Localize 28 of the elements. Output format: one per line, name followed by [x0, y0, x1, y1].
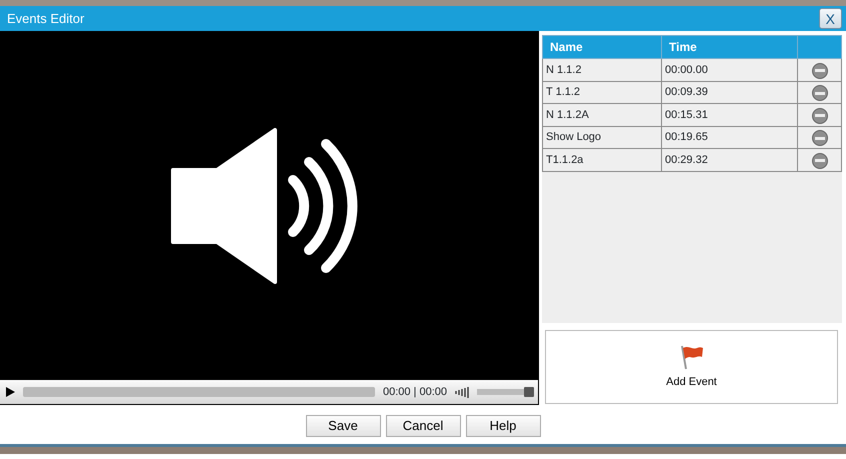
remove-button[interactable]: [812, 152, 828, 168]
column-header: Name: [542, 36, 662, 58]
remove-button[interactable]: [812, 130, 828, 146]
table-cell: 00:00.00: [662, 58, 798, 81]
volume-icon[interactable]: [455, 386, 469, 398]
window-title: Events Editor: [7, 10, 84, 28]
dialog-button[interactable]: Help: [466, 415, 540, 437]
table-cell: Show Logo: [542, 126, 662, 148]
table-cell: 00:15.31: [662, 104, 798, 126]
flag-icon: [678, 344, 704, 370]
dialog-button[interactable]: Cancel: [386, 415, 460, 437]
column-header: Time: [662, 36, 798, 58]
add-event-button[interactable]: Add Event: [545, 330, 838, 404]
table-cell: 00:19.65: [662, 126, 798, 148]
close-button[interactable]: X: [818, 8, 842, 29]
table-cell: T 1.1.2: [542, 81, 662, 104]
volume-slider[interactable]: [477, 389, 532, 395]
table-cell: T1.1.2a: [542, 148, 662, 171]
remove-button[interactable]: [812, 85, 828, 101]
remove-button[interactable]: [812, 62, 828, 78]
table-cell: N 1.1.2: [542, 58, 662, 81]
play-icon[interactable]: [6, 387, 15, 397]
time-readout: 00:00 | 00:00: [382, 384, 447, 400]
remove-button[interactable]: [812, 108, 828, 124]
table-cell: 00:09.39: [662, 81, 798, 104]
table-cell: 00:29.32: [662, 148, 798, 171]
table-cell: N 1.1.2A: [542, 104, 662, 126]
dialog-button[interactable]: Save: [306, 415, 380, 437]
